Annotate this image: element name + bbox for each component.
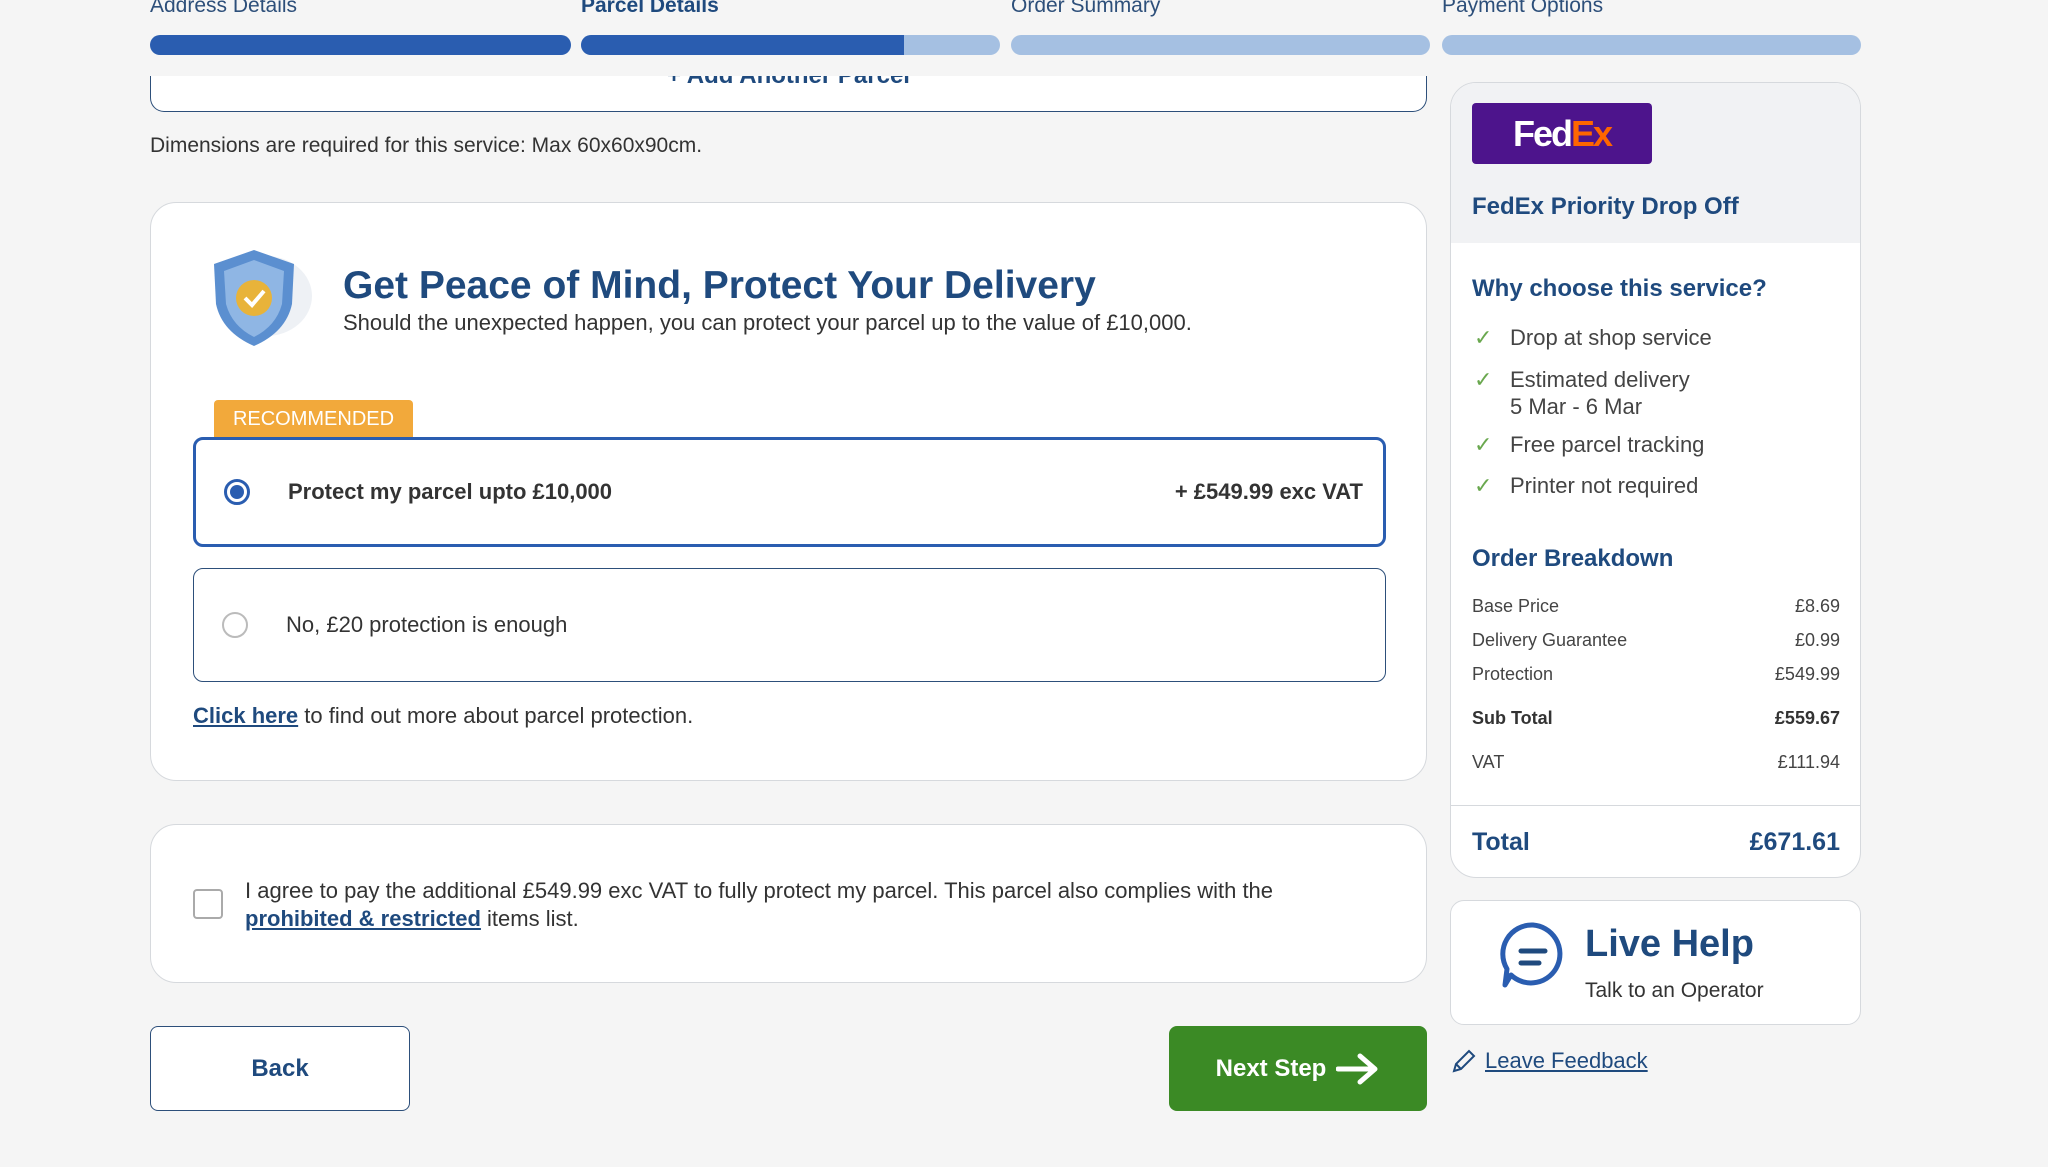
- shield-icon: [214, 250, 312, 346]
- radio-unselected[interactable]: [222, 612, 248, 638]
- add-parcel-card[interactable]: + Add Another Parcel: [150, 76, 1427, 112]
- option-label: Protect my parcel upto £10,000: [288, 479, 613, 504]
- live-help-card[interactable]: Live Help Talk to an Operator: [1450, 900, 1861, 1025]
- live-help-title: Live Help: [1585, 923, 1754, 965]
- step-address-details: Address Details: [150, 0, 298, 17]
- step-parcel-details: Parcel Details: [581, 0, 719, 17]
- dimensions-note: Dimensions are required for this service…: [150, 134, 703, 157]
- protection-title: Get Peace of Mind, Protect Your Delivery: [343, 264, 1096, 307]
- next-step-button[interactable]: Next Step: [1169, 1026, 1427, 1111]
- prohibited-link[interactable]: prohibited & restricted: [245, 906, 481, 931]
- protection-option-basic[interactable]: No, £20 protection is enough: [193, 568, 1386, 682]
- service-name: FedEx Priority Drop Off: [1472, 193, 1739, 220]
- breakdown-row: Protection £549.99: [1472, 664, 1840, 684]
- live-help-subtitle: Talk to an Operator: [1585, 979, 1764, 1002]
- chat-icon: [1500, 922, 1563, 988]
- progress-bar-step-1: [150, 35, 571, 55]
- total-row: Total £671.61: [1472, 828, 1840, 856]
- step-payment-options: Payment Options: [1442, 0, 1604, 17]
- fedex-logo: Fed Ex: [1472, 103, 1652, 164]
- check-icon: ✓: [1474, 325, 1493, 350]
- breakdown-title: Order Breakdown: [1472, 545, 1674, 572]
- feature-item: ✓ Drop at shop service: [1474, 325, 1712, 350]
- arrow-right-icon: [1336, 1053, 1378, 1084]
- why-title: Why choose this service?: [1472, 275, 1767, 302]
- feature-item: ✓ Printer not required: [1474, 473, 1699, 498]
- breakdown-row: Base Price £8.69: [1472, 596, 1840, 616]
- recommended-badge: RECOMMENDED: [214, 400, 413, 438]
- breakdown-row: Delivery Guarantee £0.99: [1472, 630, 1840, 650]
- back-button[interactable]: Back: [150, 1026, 410, 1111]
- option-price: + £549.99 exc VAT: [1174, 479, 1363, 504]
- progress-bar-step-3: [1011, 35, 1430, 55]
- vat-row: VAT £111.94: [1472, 752, 1840, 772]
- protection-option-full[interactable]: Protect my parcel upto £10,000 + £549.99…: [193, 437, 1386, 547]
- progress-bar-step-2: [581, 35, 1000, 55]
- option-label: No, £20 protection is enough: [286, 612, 568, 637]
- protection-info: Click here to find out more about parcel…: [193, 703, 694, 728]
- radio-selected[interactable]: [224, 479, 250, 505]
- check-icon: ✓: [1474, 367, 1493, 392]
- subtotal-row: Sub Total £559.67: [1472, 708, 1840, 728]
- leave-feedback-link[interactable]: Leave Feedback: [1485, 1048, 1648, 1074]
- agree-text: I agree to pay the additional £549.99 ex…: [245, 878, 1274, 931]
- pencil-icon: [1452, 1049, 1476, 1073]
- progress-bar-step-4: [1442, 35, 1861, 55]
- check-icon: ✓: [1474, 473, 1493, 498]
- add-parcel-button[interactable]: + Add Another Parcel: [151, 76, 1426, 90]
- check-icon: ✓: [1474, 432, 1493, 457]
- feature-item: ✓ Free parcel tracking: [1474, 432, 1705, 457]
- step-order-summary: Order Summary: [1011, 0, 1161, 17]
- click-here-link[interactable]: Click here: [193, 703, 298, 728]
- protection-subtitle: Should the unexpected happen, you can pr…: [343, 310, 1192, 335]
- feature-item: ✓ Estimated delivery 5 Mar - 6 Mar: [1474, 367, 1690, 419]
- agree-checkbox[interactable]: [193, 889, 223, 919]
